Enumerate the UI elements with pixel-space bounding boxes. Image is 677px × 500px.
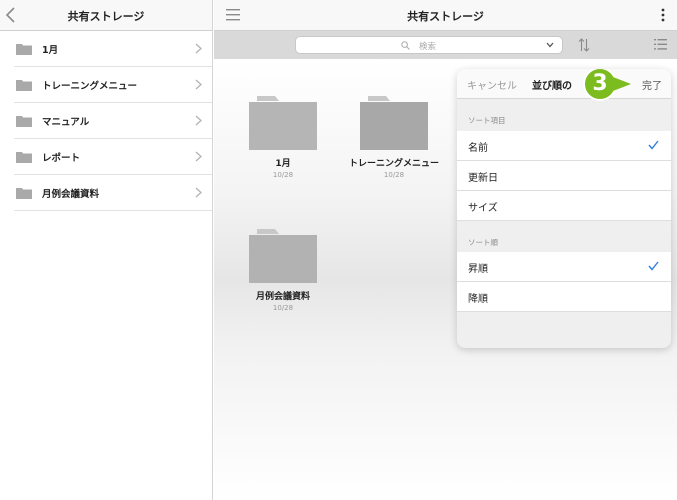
- folder-date: 10/28: [383, 171, 405, 179]
- sidebar-item-label: トレーニングメニュー: [42, 81, 138, 92]
- sidebar-item-monthly-meeting[interactable]: 月例会議資料: [14, 175, 212, 211]
- option-label: 昇順: [468, 264, 488, 275]
- option-label: 降順: [468, 294, 488, 305]
- sort-popover: キャンセル 並び順の 完了 3 ソート項目 名前 更新日 サイズ ソート順 昇順…: [457, 69, 671, 348]
- sort-option-size[interactable]: サイズ: [457, 191, 671, 221]
- main-panel: 共有ストレージ 検索 1月 10/28 トレーニングメニュー 10/28 月例会…: [214, 0, 677, 500]
- folder-tile-training-menu[interactable]: トレーニングメニュー 10/28: [344, 96, 444, 179]
- popover-header: キャンセル 並び順の 完了 3: [457, 69, 671, 101]
- search-toolbar: 検索: [214, 31, 677, 59]
- sidebar-item-manual[interactable]: マニュアル: [14, 103, 212, 139]
- chevron-right-icon: [195, 43, 202, 54]
- sidebar-item-1gatsu[interactable]: 1月: [14, 31, 212, 67]
- sort-icon[interactable]: [578, 37, 590, 53]
- main-header: 共有ストレージ: [214, 0, 677, 31]
- folder-tile-1gatsu[interactable]: 1月 10/28: [233, 96, 333, 179]
- folder-icon: [16, 152, 32, 163]
- done-button[interactable]: 完了: [642, 77, 662, 92]
- sort-field-header: ソート項目: [468, 116, 506, 125]
- chevron-right-icon: [195, 115, 202, 126]
- sort-option-updated[interactable]: 更新日: [457, 161, 671, 191]
- chevron-right-icon: [195, 187, 202, 198]
- popover-title: 並び順の: [532, 81, 572, 92]
- sort-order-descending[interactable]: 降順: [457, 282, 671, 312]
- sidebar-item-label: レポート: [42, 153, 81, 164]
- folder-name: 月例会議資料: [255, 292, 310, 302]
- cancel-button[interactable]: キャンセル: [467, 77, 517, 92]
- chevron-right-icon: [195, 79, 202, 90]
- option-label: 更新日: [468, 173, 498, 184]
- search-placeholder: 検索: [419, 42, 437, 52]
- sidebar-header: 共有ストレージ: [0, 0, 212, 31]
- option-label: 名前: [468, 143, 488, 154]
- sidebar-item-report[interactable]: レポート: [14, 139, 212, 175]
- sidebar-item-label: 月例会議資料: [42, 189, 100, 200]
- more-options-icon[interactable]: [661, 8, 665, 22]
- folder-icon: [16, 188, 32, 199]
- pointer-arrow-icon: [613, 77, 631, 91]
- list-view-icon[interactable]: [654, 39, 667, 50]
- checkmark-icon: [648, 261, 659, 271]
- folder-icon: [16, 116, 32, 127]
- folder-date: 10/28: [272, 171, 294, 179]
- sort-option-name[interactable]: 名前: [457, 131, 671, 161]
- sidebar-panel: 共有ストレージ 1月 トレーニングメニュー マニュアル レポート 月例会議資料: [0, 0, 213, 500]
- folder-date: 10/28: [272, 304, 294, 312]
- folder-icon: [249, 229, 317, 283]
- chevron-down-icon[interactable]: [546, 42, 554, 48]
- chevron-right-icon: [195, 151, 202, 162]
- folder-icon: [249, 96, 317, 150]
- folder-icon: [16, 44, 32, 55]
- checkmark-icon: [648, 140, 659, 150]
- sidebar-item-training-menu[interactable]: トレーニングメニュー: [14, 67, 212, 103]
- step-number-badge: 3: [583, 69, 617, 101]
- sidebar-item-label: 1月: [42, 45, 59, 56]
- sidebar-title: 共有ストレージ: [67, 10, 145, 23]
- folder-tile-monthly-meeting[interactable]: 月例会議資料 10/28: [233, 229, 333, 312]
- sidebar-item-label: マニュアル: [42, 117, 90, 128]
- folder-name: トレーニングメニュー: [348, 159, 439, 169]
- sort-order-ascending[interactable]: 昇順: [457, 252, 671, 282]
- folder-icon: [16, 80, 32, 91]
- option-label: サイズ: [468, 203, 498, 214]
- search-input[interactable]: 検索: [295, 36, 563, 54]
- search-icon: [401, 41, 410, 50]
- folder-name: 1月: [275, 159, 291, 169]
- folder-icon: [360, 96, 428, 150]
- sort-order-header: ソート順: [468, 238, 498, 247]
- page-title: 共有ストレージ: [407, 10, 484, 23]
